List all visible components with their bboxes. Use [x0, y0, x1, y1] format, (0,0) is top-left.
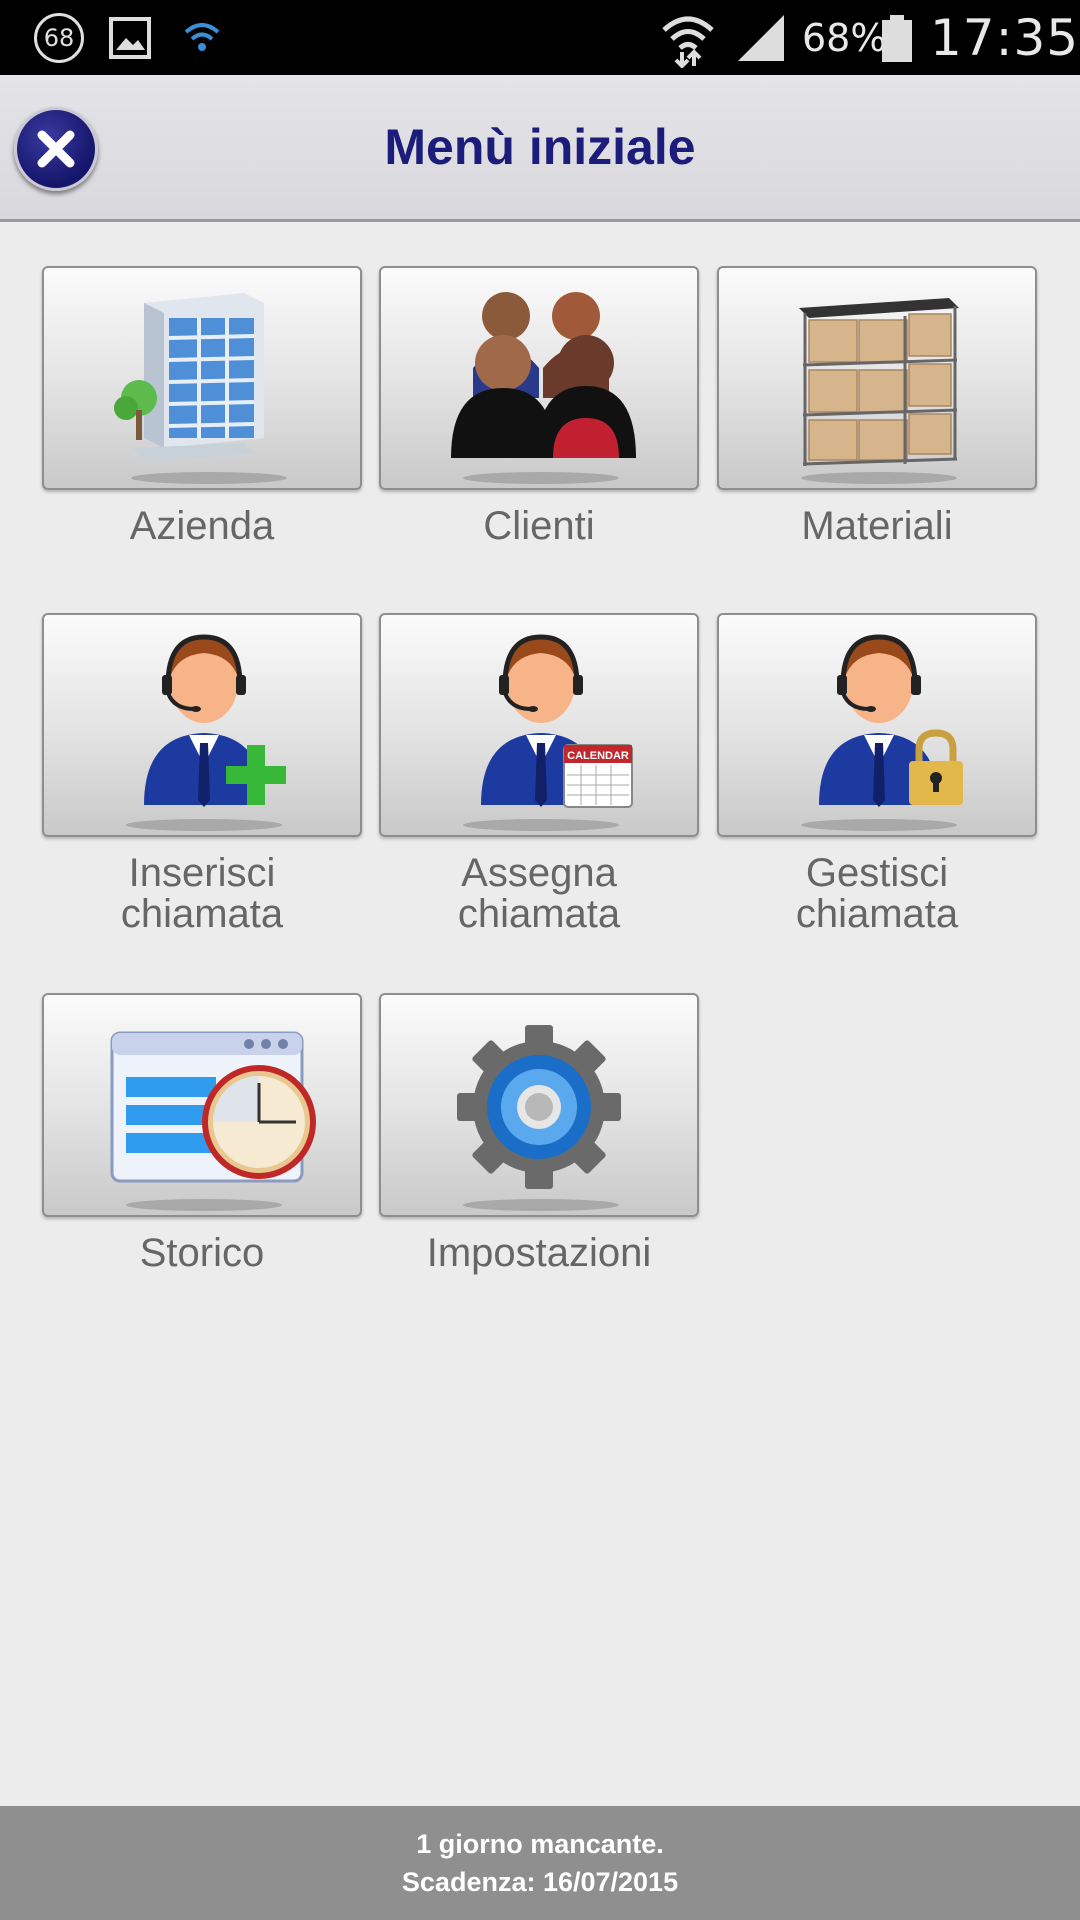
- inserisci-chiamata-label: Inserisci chiamata: [120, 851, 284, 936]
- gestisci-chiamata-button[interactable]: [717, 613, 1037, 837]
- assegna-chiamata-label: Assegna chiamata: [457, 851, 621, 936]
- warehouse-shelf-icon: [799, 298, 959, 484]
- menu-item-storico[interactable]: Storico: [42, 993, 362, 1274]
- azienda-button[interactable]: [42, 266, 362, 490]
- impostazioni-button[interactable]: [379, 993, 699, 1217]
- days-remaining-text: 1 giorno mancante.: [416, 1829, 664, 1859]
- status-bar: 68 68% 17:35: [0, 0, 1080, 75]
- materiali-label: Materiali: [801, 504, 953, 548]
- storico-label: Storico: [139, 1231, 265, 1275]
- storico-button[interactable]: [42, 993, 362, 1217]
- wifi-signal-icon: [660, 0, 716, 75]
- office-building-icon: [114, 293, 287, 484]
- close-icon: [37, 130, 75, 168]
- clock: 17:35: [930, 8, 1080, 67]
- close-button[interactable]: [14, 107, 98, 191]
- gestisci-chiamata-label: Gestisci chiamata: [795, 851, 959, 936]
- notification-badge-icon: 68: [34, 0, 84, 75]
- menu-item-inserisci-chiamata[interactable]: Inserisci chiamata: [42, 613, 362, 935]
- menu-item-materiali[interactable]: Materiali: [717, 266, 1037, 547]
- wifi-icon: [182, 0, 222, 75]
- expiry-date-text: Scadenza: 16/07/2015: [401, 1867, 679, 1897]
- menu-item-assegna-chiamata[interactable]: CALENDAR Assegna chiamata: [379, 613, 699, 935]
- menu-item-azienda[interactable]: Azienda: [42, 266, 362, 547]
- materiali-button[interactable]: [717, 266, 1037, 490]
- battery-percent: 68%: [802, 15, 887, 60]
- history-clock-icon: [110, 1031, 316, 1211]
- cell-signal-icon: [736, 0, 786, 75]
- operator-calendar-icon: CALENDAR: [463, 634, 633, 831]
- clienti-label: Clienti: [483, 504, 595, 548]
- settings-gear-icon: [457, 1025, 621, 1211]
- battery-icon: [880, 0, 914, 75]
- operator-lock-icon: [801, 634, 963, 831]
- azienda-label: Azienda: [129, 504, 275, 548]
- app-header: Menù iniziale: [0, 75, 1080, 222]
- impostazioni-label: Impostazioni: [426, 1231, 652, 1275]
- expiry-footer: 1 giorno mancante. Scadenza: 16/07/2015: [0, 1806, 1080, 1920]
- menu-item-impostazioni[interactable]: Impostazioni: [379, 993, 699, 1274]
- clienti-button[interactable]: [379, 266, 699, 490]
- calendar-badge-text: CALENDAR: [567, 750, 629, 762]
- menu-item-clienti[interactable]: Clienti: [379, 266, 699, 547]
- gallery-icon: [108, 0, 152, 75]
- operator-add-icon: [126, 634, 286, 831]
- notification-count: 68: [34, 12, 84, 63]
- menu-item-gestisci-chiamata[interactable]: Gestisci chiamata: [717, 613, 1037, 935]
- people-group-icon: [451, 292, 636, 484]
- assegna-chiamata-button[interactable]: CALENDAR: [379, 613, 699, 837]
- inserisci-chiamata-button[interactable]: [42, 613, 362, 837]
- page-title: Menù iniziale: [384, 119, 696, 175]
